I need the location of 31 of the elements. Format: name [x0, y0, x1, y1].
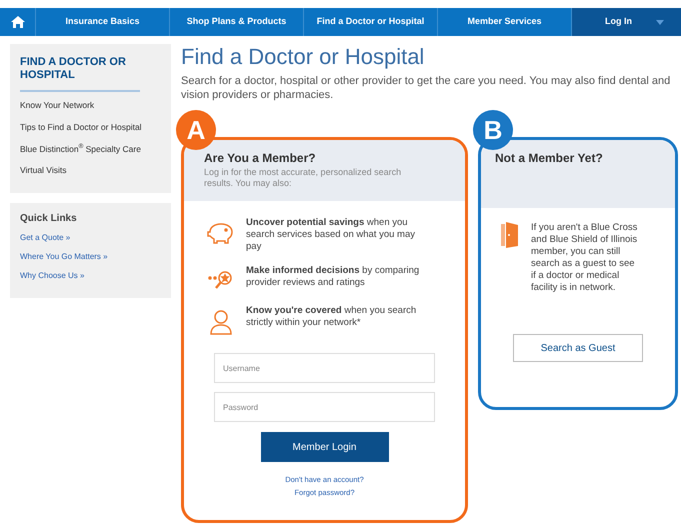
home-icon[interactable] [10, 16, 24, 28]
login-button[interactable]: Log In [572, 8, 681, 36]
page-intro: Search for a doctor, hospital or other provider to get the care you need. You may also find dental and vision providers or pharmacies. [181, 74, 672, 102]
quick-link[interactable]: Why Choose Us » [20, 270, 161, 282]
nav-link[interactable]: Shop Plans & Products [170, 8, 304, 36]
card-title: Not a Member Yet? [495, 150, 604, 167]
benefit-text: Make informed decisions by comparing provider reviews and ratings [246, 265, 420, 290]
username-field[interactable]: Username [214, 353, 435, 383]
guest-text: If you aren't a Blue Cross and Blue Shield of Illinois member, you can still search as a guest to see if a doctor or medical facility is in network. [531, 222, 638, 294]
card-subtitle: Log in for the most accurate, personalized search results. You may also: [204, 167, 402, 189]
nav-link[interactable]: Insurance Basics [36, 8, 170, 36]
sidebar-heading: FIND A DOCTOR OR HOSPITAL [20, 56, 140, 92]
door-icon [501, 222, 519, 248]
password-field[interactable]: Password [214, 392, 435, 422]
page-title: Find a Doctor or Hospital [181, 44, 426, 70]
nav-link[interactable]: Find a Doctor or Hospital [304, 8, 438, 36]
badge: B [473, 110, 513, 150]
benefit-text: Uncover potential savings when you search services based on what you may pay [246, 217, 416, 253]
benefit-text: Know you're covered when you search strictly within your network* [246, 305, 418, 330]
search-as-guest-button[interactable]: Search as Guest [513, 334, 643, 362]
caret-icon [656, 20, 664, 24]
sidebar-link[interactable]: Virtual Visits [20, 164, 161, 177]
card-title: Are You a Member? [204, 150, 317, 167]
sidebar-link[interactable]: Tips to Find a Doctor or Hospital [20, 120, 161, 134]
badge: A [176, 110, 216, 150]
sidebar-link[interactable]: Know Your Network [20, 99, 161, 112]
sidebar-link[interactable]: Blue Distinction$^{®}$ Specialty Care [20, 142, 161, 156]
quick-link[interactable]: Get a Quote » [20, 232, 161, 244]
member-login-button[interactable]: Member Login [260, 432, 388, 462]
quick-links-heading: Quick Links [20, 212, 78, 226]
quick-link[interactable]: Where You Go Matters » [20, 251, 161, 263]
